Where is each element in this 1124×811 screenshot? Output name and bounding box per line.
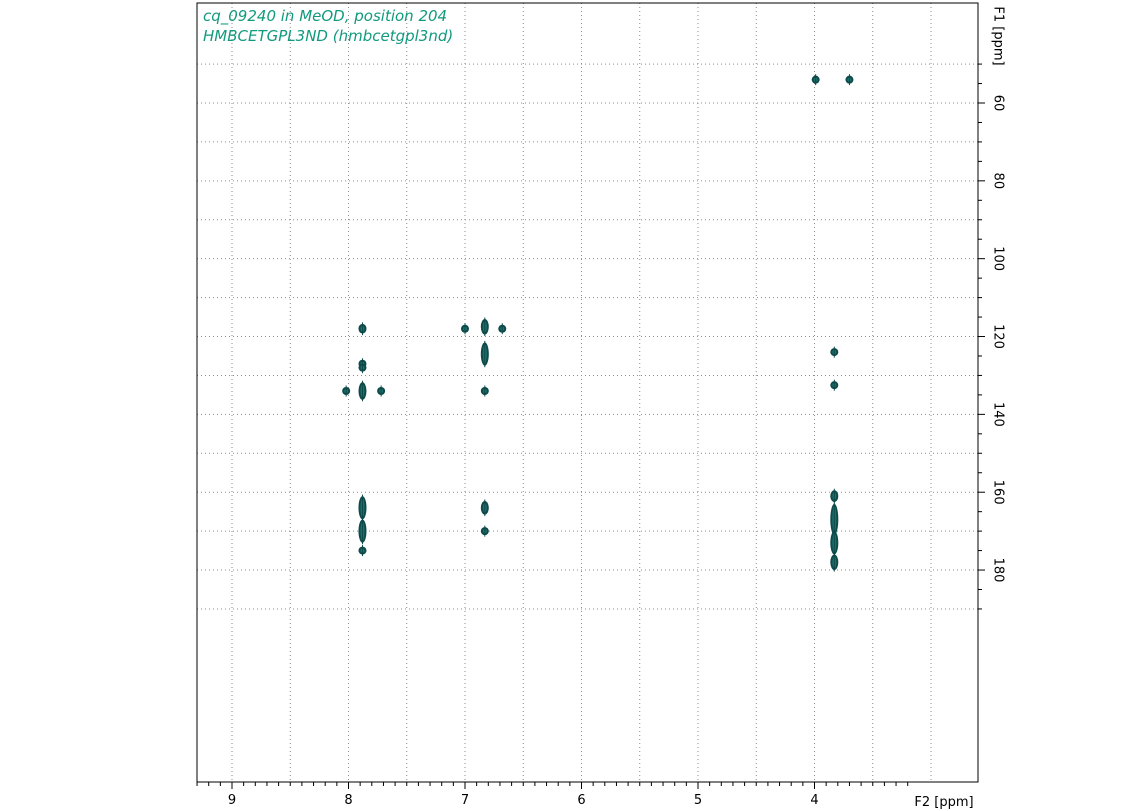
peak-contour (358, 380, 367, 402)
peak-contour (358, 517, 367, 545)
grid-lines (197, 3, 978, 782)
x-tick-label: 5 (694, 793, 702, 808)
peak-contour (845, 74, 854, 86)
peak-contour (480, 317, 489, 337)
peak-contour (830, 529, 839, 556)
peak-contour (811, 74, 820, 86)
x-tick-label: 7 (461, 793, 469, 808)
peak-contour (480, 525, 489, 537)
peak-contour (830, 488, 839, 504)
peak-contour (358, 545, 367, 557)
plot-frame (196, 2, 979, 783)
x-tick-label: 6 (577, 793, 585, 808)
peak-contour (830, 552, 839, 572)
peak-contour (480, 499, 489, 517)
x-tick-label: 8 (344, 793, 352, 808)
peak-contour (461, 323, 469, 335)
peak-contour (480, 340, 489, 368)
y-tick-label: 60 (991, 95, 1006, 112)
peak-contour (830, 379, 839, 391)
y-tick-label: 160 (991, 480, 1006, 505)
y-tick-label: 180 (991, 558, 1006, 583)
spectrum-title-line-1: cq_09240 in MeOD, position 204 (203, 7, 447, 26)
peak-contour (358, 322, 367, 336)
y-axis-ticks: 60 80 100 120 140 160 180 (978, 63, 1006, 610)
x-axis-label: F2 [ppm] (914, 795, 973, 810)
peak-contour (498, 323, 507, 335)
x-tick-label: 4 (810, 793, 818, 808)
y-tick-label: 80 (991, 173, 1006, 190)
peak-contour (358, 494, 367, 521)
peak-contour (830, 346, 839, 358)
contour-peaks (342, 74, 854, 572)
y-tick-label: 120 (991, 324, 1006, 349)
hmbc-spectrum-plot: 9 8 7 6 5 4 60 80 100 120 140 160 180 cq_09240 in M… (196, 2, 1006, 810)
x-axis-ticks: 9 8 7 6 5 4 (196, 782, 909, 808)
y-axis-label: F1 [ppm] (991, 6, 1006, 65)
x-tick-label: 9 (228, 793, 236, 808)
y-tick-label: 140 (991, 402, 1006, 427)
peak-contour (377, 385, 386, 397)
spectrum-title-line-2: HMBCETGPL3ND (hmbcetgpl3nd) (203, 27, 453, 45)
peak-contour (480, 385, 489, 397)
y-tick-label: 100 (991, 246, 1006, 271)
